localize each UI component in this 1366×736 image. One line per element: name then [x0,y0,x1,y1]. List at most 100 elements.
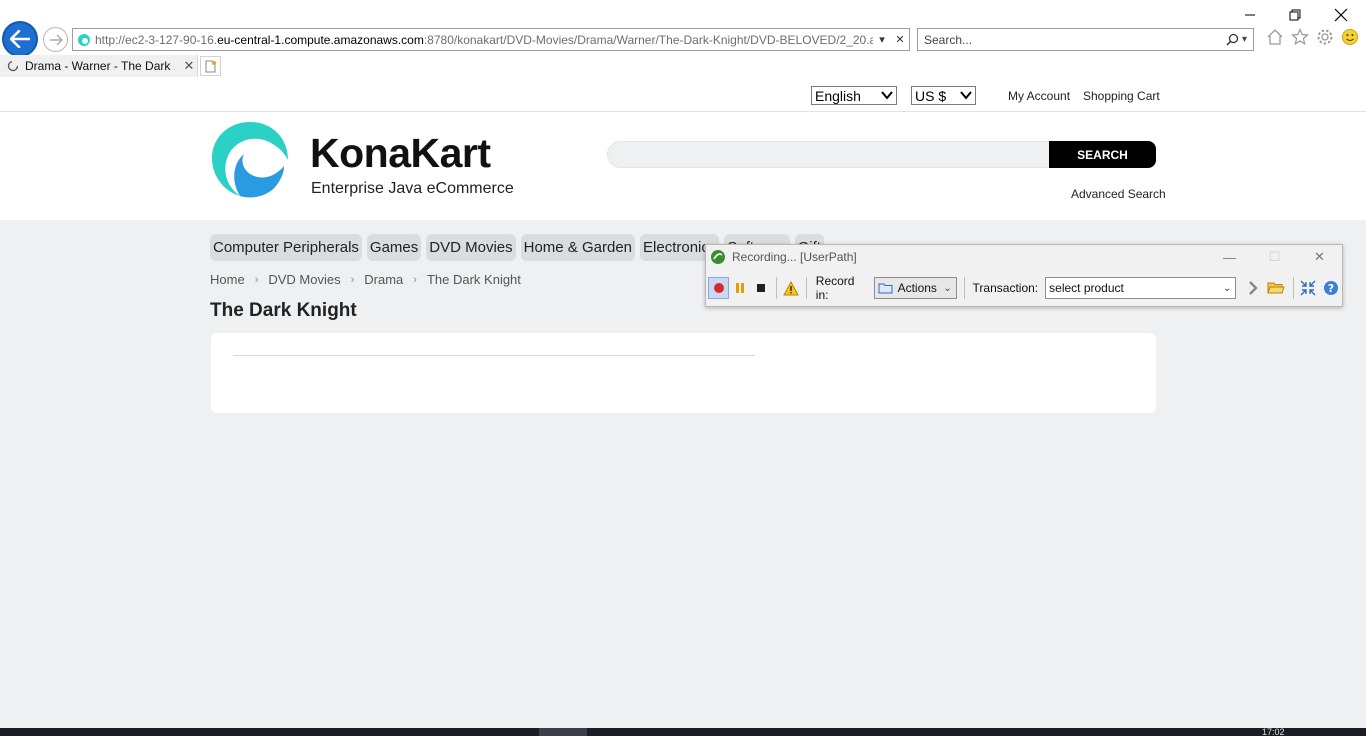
recorder-controls: Record in: Actions ⌄ Transaction: select… [706,274,1342,302]
my-account-link[interactable]: My Account [1008,89,1070,103]
site-header: KonaKart Enterprise Java eCommerce SEARC… [0,112,1366,220]
url-path: :8780/konakart/DVD-Movies/Drama/Warner/T… [423,32,873,47]
pause-icon [735,283,744,293]
stop-button[interactable] [750,277,771,299]
record-in-label: Record in: [815,274,855,302]
forward-button[interactable] [43,27,68,52]
record-icon [713,283,724,293]
browser-tab[interactable]: Drama - Warner - The Dark ... ✕ [0,55,198,77]
close-icon [1334,8,1348,22]
currency-select[interactable]: US $ [911,86,976,105]
help-icon: ? [1324,281,1339,295]
search-icon[interactable] [1226,33,1239,46]
warning-button[interactable] [781,277,802,299]
advanced-search-link[interactable]: Advanced Search [1071,187,1166,201]
breadcrumb-current: The Dark Knight [426,272,521,287]
loading-spinner-icon [7,60,19,72]
feedback-smiley-icon[interactable] [1341,28,1359,46]
shopping-cart-link[interactable]: Shopping Cart [1083,89,1160,103]
window-restore-button[interactable] [1273,4,1317,26]
svg-text:?: ? [1328,282,1334,295]
search-dropdown-icon[interactable]: ▾ [1242,34,1247,45]
chevron-right-icon: › [254,273,259,286]
recorder-app-icon [711,250,725,264]
nav-item-computer-peripherals[interactable]: Computer Peripherals [210,234,362,261]
browser-chrome: http://ec2-3-127-90-16.eu-central-1.comp… [0,0,1366,77]
settings-gear-icon[interactable] [1316,28,1334,46]
chevron-right-icon: › [350,273,355,286]
minimize-icon [1245,14,1255,16]
window-minimize-button[interactable] [1228,4,1272,26]
divider [233,355,755,356]
window-close-button[interactable] [1319,4,1363,26]
site-favicon-icon [73,33,95,47]
chevron-down-icon [881,91,893,100]
brand-name: KonaKart [310,130,491,176]
address-bar[interactable]: http://ec2-3-127-90-16.eu-central-1.comp… [72,28,910,51]
url-prefix: http://ec2-3-127-90-16. [95,32,218,47]
address-url[interactable]: http://ec2-3-127-90-16.eu-central-1.comp… [95,33,873,47]
os-taskbar: 17:02 [0,728,1366,736]
taskbar-active-app[interactable] [539,728,587,736]
record-button[interactable] [707,277,730,299]
address-stop-icon[interactable]: ✕ [891,33,909,46]
brand-tagline: Enterprise Java eCommerce [311,180,514,197]
chevron-down-icon [960,91,972,100]
recording-toolbar-window: Recording... [UserPath] — ☐ ✕ Record in:… [705,244,1343,307]
language-select[interactable]: English [811,86,897,105]
url-host: eu-central-1.compute.amazonaws.com [217,32,424,47]
chevron-down-icon: ⌄ [943,282,952,294]
open-folder-icon [1267,282,1285,294]
chevron-right-icon [1248,281,1258,295]
browser-search-box[interactable]: Search... ▾ [917,28,1254,51]
transaction-value[interactable]: select product [1046,281,1219,295]
record-in-dropdown[interactable]: Actions ⌄ [873,277,957,299]
collapse-button[interactable] [1298,277,1319,299]
breadcrumb-dvd-movies[interactable]: DVD Movies [268,272,340,287]
taskbar-clock: 17:02 [1262,728,1285,736]
recording-titlebar[interactable]: Recording... [UserPath] — ☐ ✕ [706,245,1342,269]
next-transaction-button[interactable] [1242,277,1263,299]
restore-icon [1289,9,1301,21]
product-panel [211,333,1156,413]
nav-item-games[interactable]: Games [366,234,422,261]
site-topbar: English US $ My Account Shopping Cart [0,77,1366,112]
arrow-right-icon [49,34,63,45]
breadcrumb-home[interactable]: Home [210,272,245,287]
nav-item-dvd-movies[interactable]: DVD Movies [426,234,516,261]
open-folder-button[interactable] [1265,277,1286,299]
search-button[interactable]: SEARCH [1049,141,1156,168]
arrow-left-icon [10,30,30,48]
tab-close-icon[interactable]: ✕ [181,58,197,74]
konakart-logo[interactable]: KonaKart Enterprise Java eCommerce [210,120,530,200]
nav-item-home-garden[interactable]: Home & Garden [520,234,636,261]
recorder-close-button[interactable]: ✕ [1297,245,1342,269]
separator [775,277,777,299]
warning-icon [783,280,800,295]
stop-icon [757,284,766,292]
home-icon[interactable] [1266,28,1284,46]
recorder-minimize-button[interactable]: — [1207,245,1252,269]
address-dropdown-icon[interactable]: ▾ [873,33,891,46]
folder-icon [878,283,893,294]
separator [805,277,807,299]
breadcrumb: Home › DVD Movies › Drama › The Dark Kni… [210,272,521,287]
konakart-wave-logo-icon [212,122,288,198]
breadcrumb-drama[interactable]: Drama [364,272,403,287]
site-search-input[interactable] [607,141,1052,168]
back-button[interactable] [2,21,38,57]
browser-search-input[interactable]: Search... [924,33,1215,47]
favorites-star-icon[interactable] [1291,28,1309,46]
page-title: The Dark Knight [210,300,357,321]
collapse-arrows-icon [1300,280,1316,296]
separator [1292,277,1294,299]
language-value: English [815,87,861,104]
transaction-dropdown[interactable]: select product ⌄ [1045,277,1237,299]
help-button[interactable]: ? [1321,277,1342,299]
tab-title: Drama - Warner - The Dark ... [25,59,175,73]
recording-title: Recording... [UserPath] [732,250,857,264]
new-tab-icon [205,60,216,72]
new-tab-button[interactable] [200,56,221,76]
pause-button[interactable] [729,277,750,299]
chevron-right-icon: › [413,273,417,286]
